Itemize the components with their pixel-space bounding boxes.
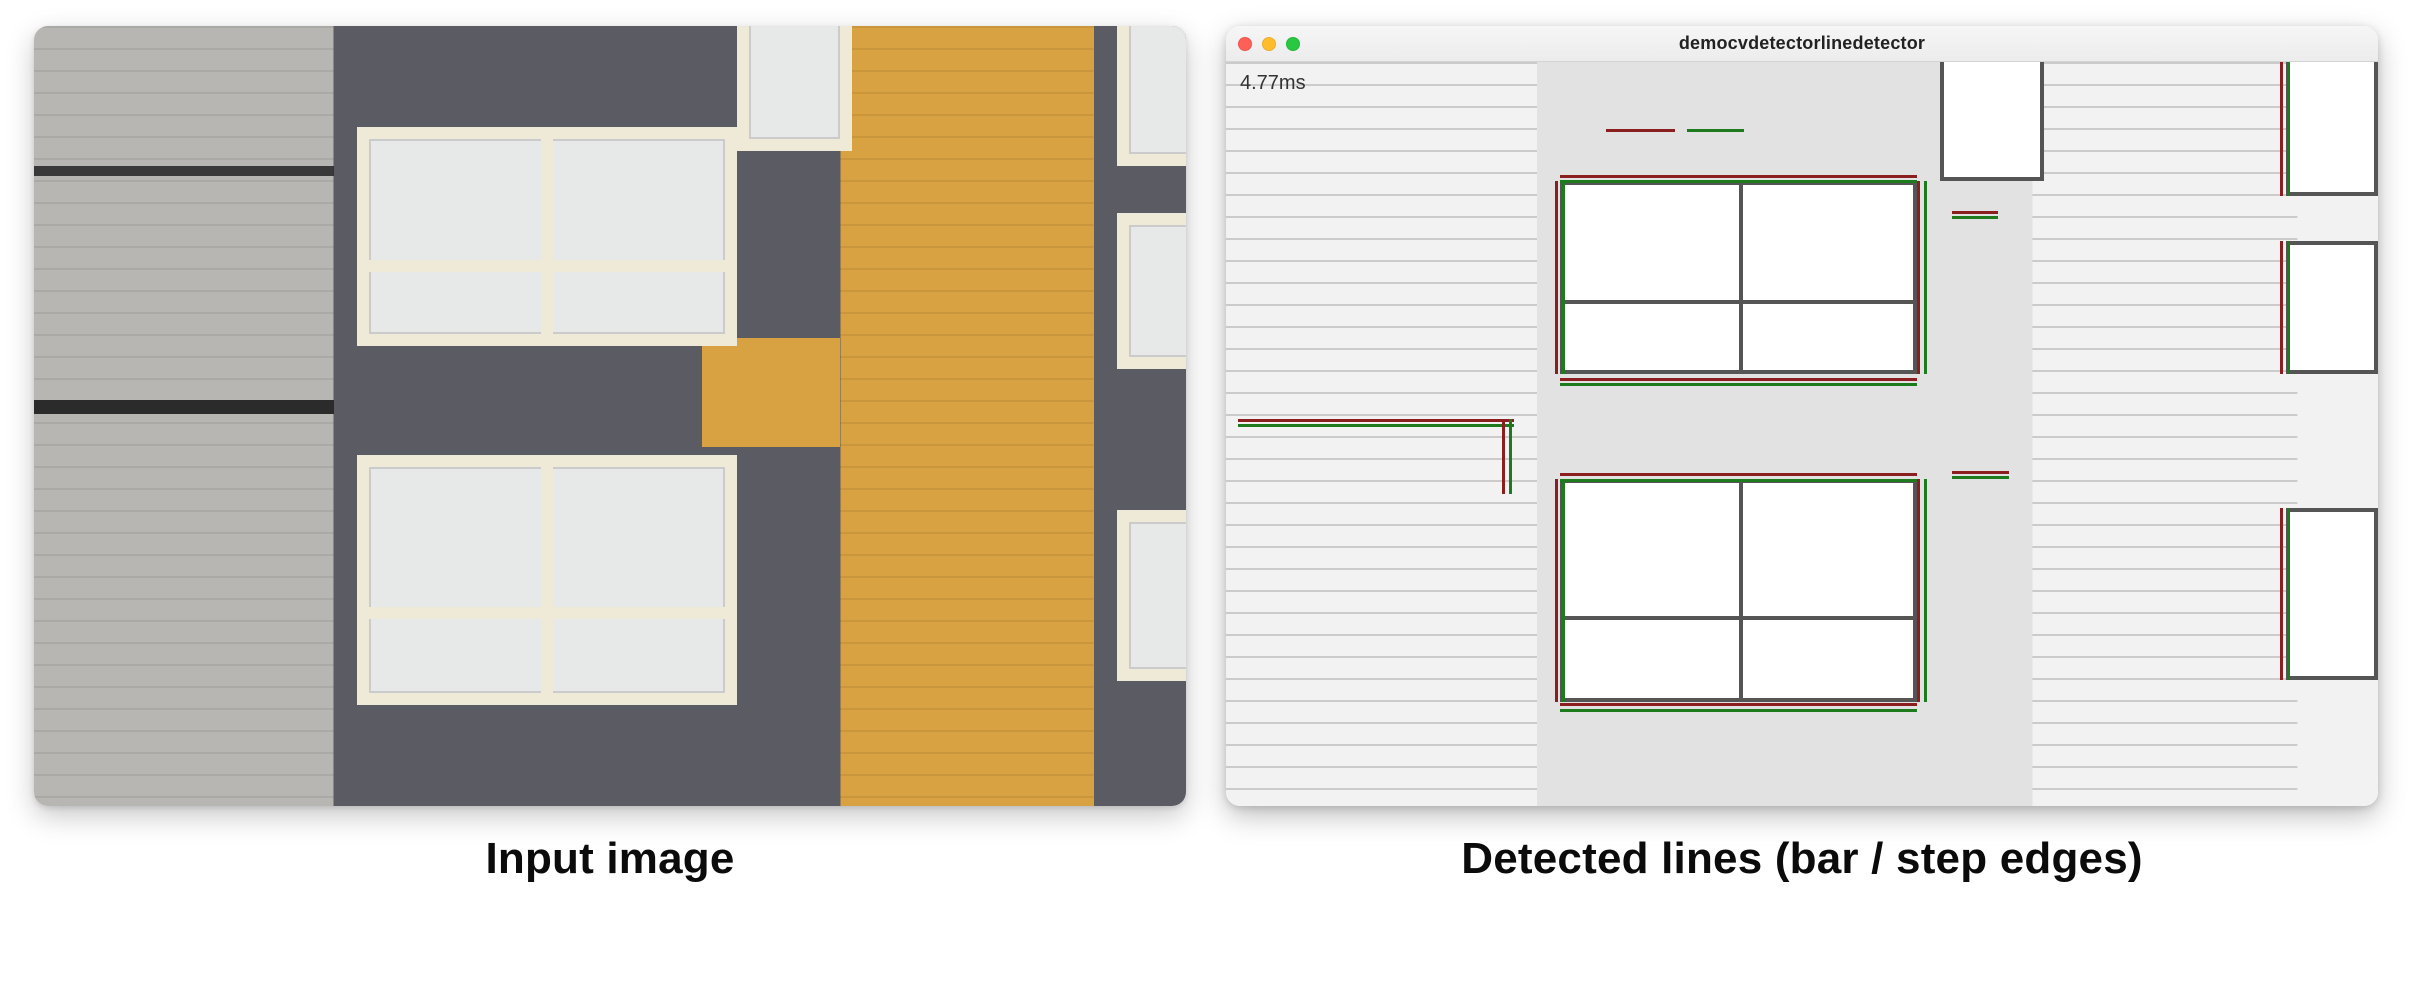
window-upper: [357, 127, 737, 345]
window-right: [1117, 26, 1186, 166]
window-title: democvdetectorlinedetector: [1226, 33, 2378, 54]
timing-readout: 4.77ms: [1240, 72, 1306, 95]
bar-edge-overlay: [1226, 62, 2378, 806]
figure-root: Input image democvdetectorlinedetector 4: [0, 0, 2412, 981]
zoom-icon[interactable]: [1286, 37, 1300, 51]
left-caption: Input image: [485, 834, 734, 884]
close-icon[interactable]: [1238, 37, 1252, 51]
traffic-lights: [1238, 37, 1300, 51]
input-image: [34, 26, 1186, 806]
window-titlebar[interactable]: democvdetectorlinedetector: [1226, 26, 2378, 62]
minimize-icon[interactable]: [1262, 37, 1276, 51]
window-lower: [357, 455, 737, 705]
panel-gap: [34, 166, 334, 176]
detector-output: 4.77ms: [1226, 62, 2378, 806]
right-column: democvdetectorlinedetector 4.77ms: [1226, 26, 2378, 884]
window-top-right: [737, 26, 852, 151]
window-chrome: democvdetectorlinedetector 4.77ms: [1226, 26, 2378, 806]
detector-window: democvdetectorlinedetector 4.77ms: [1226, 26, 2378, 806]
right-caption: Detected lines (bar / step edges): [1461, 834, 2142, 884]
input-image-card: [34, 26, 1186, 806]
window-right: [1117, 510, 1186, 682]
facade-patch: [702, 338, 840, 447]
panel-gap: [34, 400, 334, 414]
figure-row: Input image democvdetectorlinedetector 4: [34, 26, 2378, 981]
window-right: [1117, 213, 1186, 369]
left-column: Input image: [34, 26, 1186, 884]
